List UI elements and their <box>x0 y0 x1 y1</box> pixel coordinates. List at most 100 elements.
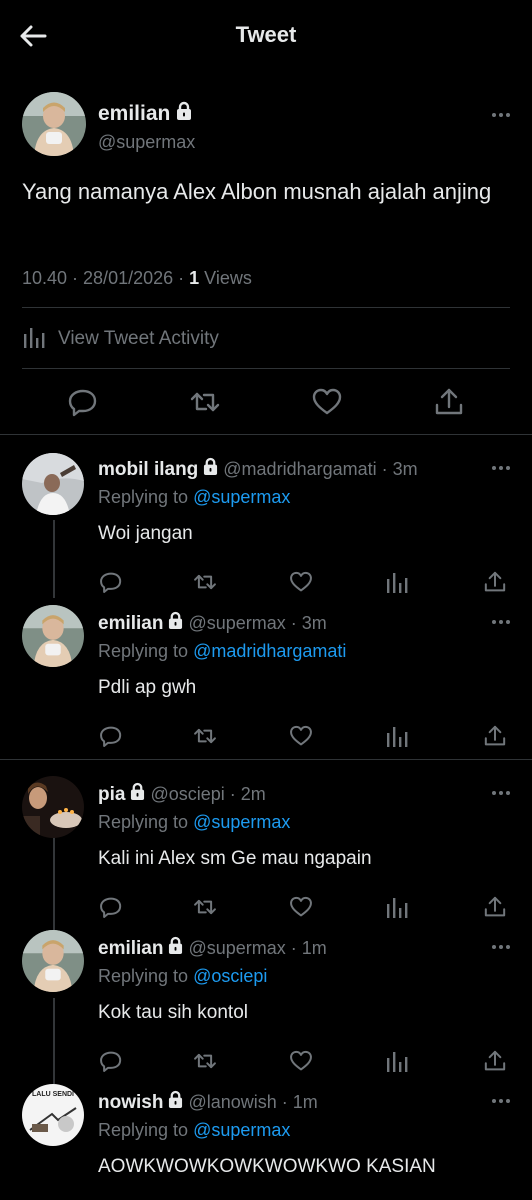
reply-text: Pdli ap gwh <box>98 677 197 698</box>
share-icon[interactable] <box>482 723 508 749</box>
avatar-text: LALU SENDI <box>32 1091 74 1098</box>
thread-line <box>53 520 55 598</box>
more-options-icon[interactable] <box>490 110 514 120</box>
view-tweet-activity-label: View Tweet Activity <box>58 328 219 349</box>
lock-icon <box>168 1090 183 1115</box>
reply-actions <box>98 569 518 595</box>
more-options-icon[interactable] <box>490 463 514 473</box>
reply-header: nowish @lanowish · 1m <box>98 1090 318 1115</box>
reply-icon[interactable] <box>98 1048 124 1074</box>
author-name[interactable]: emilian <box>98 938 163 960</box>
reply-text: Woi jangan <box>98 523 193 544</box>
author-handle-time: @osciepi · 2m <box>150 784 266 804</box>
replying-prefix: Replying to <box>98 1120 194 1140</box>
analytics-icon <box>22 324 48 355</box>
author-name-text: emilian <box>98 102 171 125</box>
reply-text: Kok tau sih kontol <box>98 1002 248 1023</box>
share-icon[interactable] <box>482 894 508 920</box>
divider <box>22 307 510 308</box>
retweet-icon[interactable] <box>192 1048 218 1074</box>
retweet-icon[interactable] <box>192 569 218 595</box>
more-options-icon[interactable] <box>490 617 514 627</box>
replying-to-link[interactable]: @supermax <box>193 1120 290 1140</box>
retweet-icon[interactable] <box>192 723 218 749</box>
reply-text: Kali ini Alex sm Ge mau ngapain <box>98 848 372 869</box>
avatar[interactable] <box>22 776 84 838</box>
lock-icon <box>203 457 218 482</box>
avatar[interactable] <box>22 930 84 992</box>
top-bar: Tweet <box>0 0 532 72</box>
replying-to: Replying to @supermax <box>98 487 290 508</box>
avatar[interactable] <box>22 605 84 667</box>
analytics-icon[interactable] <box>384 723 410 749</box>
replying-prefix: Replying to <box>98 641 194 661</box>
replying-to: Replying to @osciepi <box>98 966 267 987</box>
like-icon[interactable] <box>310 385 344 419</box>
reply-actions <box>98 894 518 920</box>
lock-icon <box>130 782 145 807</box>
page-title: Tweet <box>235 22 297 47</box>
reply-actions <box>98 723 518 749</box>
replying-prefix: Replying to <box>98 487 194 507</box>
avatar[interactable]: LALU SENDI <box>22 1084 84 1146</box>
avatar[interactable] <box>22 92 86 156</box>
reply-icon[interactable] <box>66 385 100 419</box>
reply-header: emilian @supermax · 3m <box>98 611 327 636</box>
reply-actions <box>98 1048 518 1074</box>
author-name[interactable]: mobil ilang <box>98 459 198 481</box>
analytics-icon[interactable] <box>384 1048 410 1074</box>
replying-prefix: Replying to <box>98 966 194 986</box>
main-tweet-header: emilian @supermax <box>22 92 512 162</box>
replying-to: Replying to @supermax <box>98 1120 290 1141</box>
share-icon[interactable] <box>432 385 466 419</box>
lock-icon <box>168 611 183 636</box>
replying-to-link[interactable]: @supermax <box>193 487 290 507</box>
like-icon[interactable] <box>288 894 314 920</box>
analytics-icon[interactable] <box>384 894 410 920</box>
avatar[interactable] <box>22 453 84 515</box>
author-name[interactable]: nowish <box>98 1092 163 1114</box>
retweet-icon[interactable] <box>188 385 222 419</box>
author-name[interactable]: emilian <box>98 101 192 127</box>
reply-text: AOWKWOWKOWKWOWKWO KASIAN <box>98 1156 436 1177</box>
tweet-timestamp: 10.40 · 28/01/2026 · <box>22 268 190 288</box>
author-name[interactable]: pia <box>98 784 125 806</box>
reply-icon[interactable] <box>98 723 124 749</box>
reply-header: mobil ilang @madridhargamati · 3m <box>98 457 418 482</box>
author-handle[interactable]: @supermax <box>98 132 195 153</box>
tweet-metadata: 10.40 · 28/01/2026 · 1 Views <box>22 268 252 289</box>
replying-prefix: Replying to <box>98 812 194 832</box>
replying-to-link[interactable]: @supermax <box>193 812 290 832</box>
lock-icon <box>168 936 183 961</box>
author-handle-time: @lanowish · 1m <box>188 1092 318 1112</box>
divider <box>22 368 510 369</box>
more-options-icon[interactable] <box>490 1096 514 1106</box>
reply-icon[interactable] <box>98 569 124 595</box>
share-icon[interactable] <box>482 569 508 595</box>
divider <box>0 434 532 435</box>
analytics-icon[interactable] <box>384 569 410 595</box>
retweet-icon[interactable] <box>192 894 218 920</box>
reply-icon[interactable] <box>98 894 124 920</box>
author-handle-time: @supermax · 1m <box>188 938 327 958</box>
thread-line <box>53 998 55 1084</box>
more-options-icon[interactable] <box>490 942 514 952</box>
replying-to: Replying to @madridhargamati <box>98 641 346 662</box>
like-icon[interactable] <box>288 569 314 595</box>
author-name[interactable]: emilian <box>98 613 163 635</box>
thread-line <box>53 828 55 930</box>
author-handle-time: @supermax · 3m <box>188 613 327 633</box>
views-count: 1 <box>189 268 200 288</box>
more-options-icon[interactable] <box>490 788 514 798</box>
lock-icon <box>176 101 192 127</box>
like-icon[interactable] <box>288 723 314 749</box>
replying-to: Replying to @supermax <box>98 812 290 833</box>
replying-to-link[interactable]: @osciepi <box>193 966 267 986</box>
like-icon[interactable] <box>288 1048 314 1074</box>
author-handle-time: @madridhargamati · 3m <box>223 459 418 479</box>
divider <box>0 759 532 760</box>
reply-header: emilian @supermax · 1m <box>98 936 327 961</box>
view-tweet-activity-button[interactable]: View Tweet Activity <box>22 322 219 356</box>
replying-to-link[interactable]: @madridhargamati <box>193 641 346 661</box>
share-icon[interactable] <box>482 1048 508 1074</box>
